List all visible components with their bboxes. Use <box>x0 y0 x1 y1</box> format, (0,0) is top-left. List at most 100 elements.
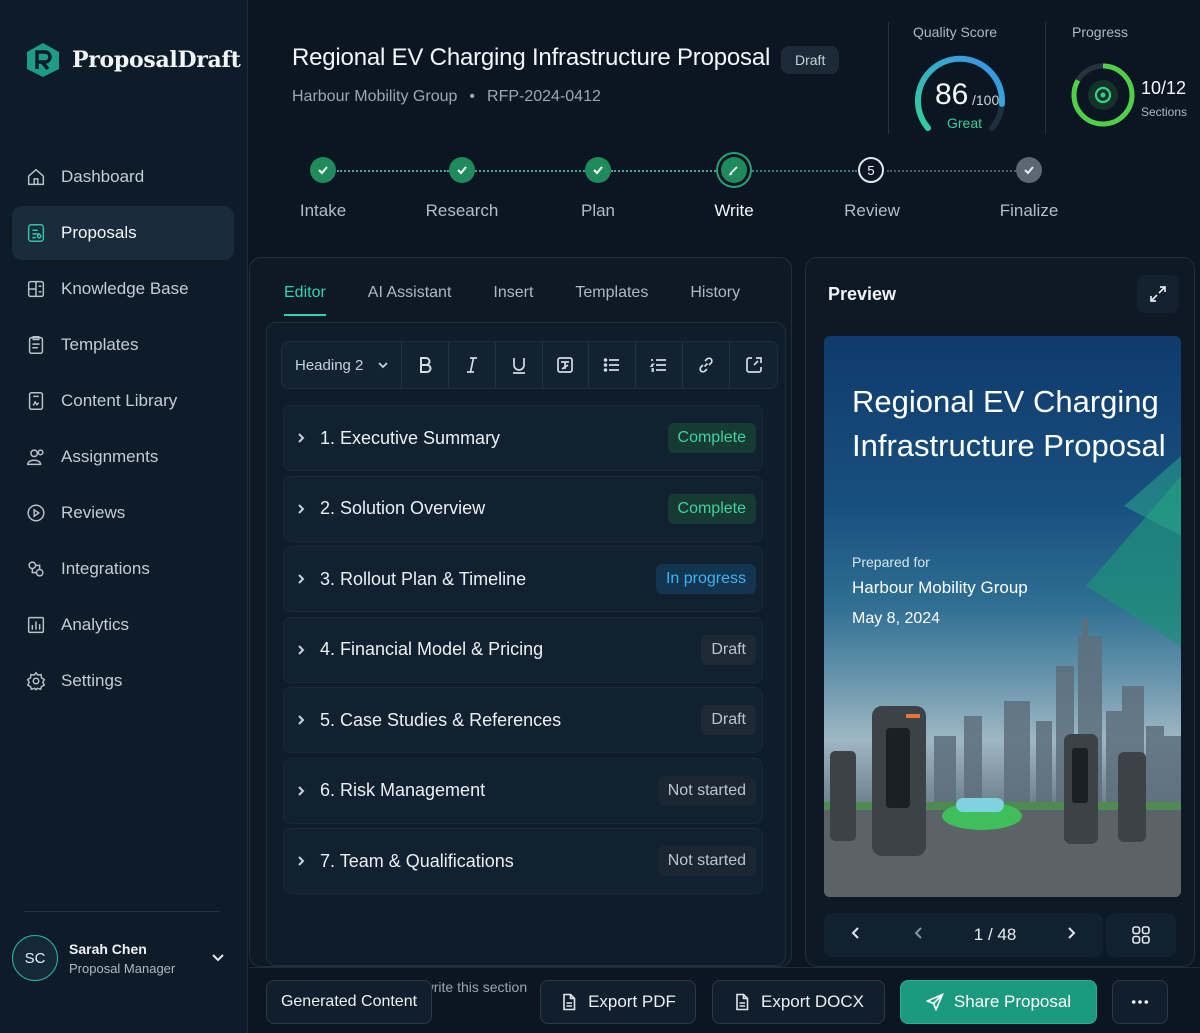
grid-icon <box>1132 926 1150 944</box>
section-title: 3. Rollout Plan & Timeline <box>320 568 527 589</box>
format-toolbar: Heading 2 <box>281 341 778 389</box>
share-proposal-button[interactable]: Share Proposal <box>900 980 1097 1024</box>
section-title: 5. Case Studies & References <box>320 709 562 730</box>
share-proposal-label: Share Proposal <box>953 992 1072 1011</box>
section-row-team-qualifications[interactable]: 7. Team & Qualifications Not started <box>283 828 763 894</box>
status-badge: Draft <box>781 46 840 74</box>
section-title: 6. Risk Management <box>320 780 486 800</box>
step-label-intake[interactable]: Intake <box>300 201 346 221</box>
step-write-pen-icon[interactable] <box>721 157 747 183</box>
preview-title: Preview <box>828 284 897 304</box>
meta-separator: • <box>469 88 476 105</box>
insert-block-button[interactable] <box>730 342 777 388</box>
section-row-executive-summary[interactable]: 1. Executive Summary Complete <box>283 405 763 471</box>
heading-select-value: Heading 2 <box>295 356 364 374</box>
clear-format-button[interactable] <box>543 342 590 388</box>
section-row-risk-management[interactable]: 6. Risk Management Not started <box>283 757 763 824</box>
step-label-research[interactable]: Research <box>426 201 499 221</box>
sidebar-item-analytics[interactable]: Analytics <box>12 598 234 652</box>
section-row-case-studies[interactable]: 5. Case Studies & References Draft <box>283 687 763 753</box>
user-name: Sarah Chen <box>69 940 147 957</box>
heading-select[interactable]: Heading 2 <box>282 342 402 388</box>
tab-editor[interactable]: Editor <box>284 284 326 316</box>
tab-insert[interactable]: Insert <box>493 284 533 302</box>
next-page-button[interactable] <box>1063 925 1079 946</box>
underline-button[interactable] <box>496 342 543 388</box>
export-pdf-label: Export PDF <box>588 992 676 1011</box>
analytics-icon <box>27 616 45 634</box>
sidebar-item-label: Proposals <box>61 223 137 242</box>
page-grid-button[interactable] <box>1106 913 1176 957</box>
integrations-icon <box>28 561 44 577</box>
status-badge: Not started <box>657 775 756 806</box>
sidebar-item-templates[interactable]: Templates <box>12 318 234 372</box>
chevron-down-icon <box>378 362 389 369</box>
step-research-check-icon[interactable] <box>449 157 475 183</box>
link-icon <box>699 357 713 373</box>
tab-history[interactable]: History <box>690 284 740 302</box>
document-icon <box>563 993 576 1011</box>
section-list: 1. Executive Summary Complete 2. Solutio… <box>283 405 763 899</box>
expand-button[interactable] <box>1137 275 1179 313</box>
sidebar-nav: Dashboard Proposals Knowledge Base Templ… <box>12 150 234 710</box>
app-logo[interactable]: ProposalDraft <box>26 42 241 78</box>
editor-panel: Editor AI Assistant Insert Templates His… <box>249 257 792 995</box>
step-plan-check-icon[interactable] <box>585 157 611 183</box>
progress-count: 10/12 <box>1141 78 1187 98</box>
page-navigator: 1 / 48 <box>824 913 1103 957</box>
chevron-down-icon[interactable] <box>210 949 226 965</box>
sidebar-item-label: Integrations <box>61 559 150 578</box>
status-badge: Not started <box>657 846 756 876</box>
italic-button[interactable] <box>449 342 496 388</box>
first-page-button[interactable] <box>848 925 864 946</box>
step-review-number[interactable]: 5 <box>858 157 884 183</box>
bold-button[interactable] <box>402 342 449 388</box>
numbered-list-button[interactable] <box>636 342 684 388</box>
sidebar-item-knowledge-base[interactable]: Knowledge Base <box>12 262 234 316</box>
export-docx-button[interactable]: Export DOCX <box>712 980 885 1024</box>
users-icon <box>27 449 44 466</box>
step-connector <box>337 170 449 172</box>
cover-page-preview[interactable]: Regional EV Charging Infrastructure Prop… <box>824 336 1181 897</box>
sidebar-item-proposals[interactable]: Proposals <box>12 206 234 260</box>
sidebar-item-reviews[interactable]: Reviews <box>12 486 234 540</box>
prev-page-button[interactable] <box>911 925 927 946</box>
sidebar-item-content-library[interactable]: Content Library <box>12 374 234 428</box>
export-pdf-button[interactable]: Export PDF <box>540 980 696 1024</box>
step-finalize-check-icon[interactable] <box>1016 157 1042 183</box>
divider <box>24 911 220 912</box>
chevron-left-icon <box>851 926 859 939</box>
sidebar-item-dashboard[interactable]: Dashboard <box>12 150 234 204</box>
sidebar-item-settings[interactable]: Settings <box>12 654 234 708</box>
rfp-number: RFP-2024-0412 <box>487 88 601 105</box>
chevron-right-icon <box>298 785 305 796</box>
step-label-finalize[interactable]: Finalize <box>1000 201 1059 221</box>
more-icon <box>1131 1000 1149 1004</box>
bullet-list-icon <box>604 358 620 372</box>
tab-templates[interactable]: Templates <box>575 284 648 302</box>
step-label-review[interactable]: Review <box>844 201 900 221</box>
section-row-financial-model[interactable]: 4. Financial Model & Pricing Draft <box>283 616 763 683</box>
sidebar: ProposalDraft Dashboard Proposals Knowle… <box>0 0 248 1033</box>
section-row-rollout-plan[interactable]: 3. Rollout Plan & Timeline In progress <box>283 546 763 612</box>
numbered-list-icon <box>649 359 667 372</box>
sidebar-item-integrations[interactable]: Integrations <box>12 542 234 596</box>
cover-title: Regional EV Charging Infrastructure Prop… <box>852 384 1166 463</box>
section-row-solution-overview[interactable]: 2. Solution Overview Complete <box>283 475 763 542</box>
generated-content-button[interactable]: Generated Content <box>266 980 432 1024</box>
chevron-right-icon <box>298 433 305 443</box>
user-menu[interactable]: SC Sarah Chen Proposal Manager <box>12 933 234 983</box>
step-intake-check-icon[interactable] <box>310 157 336 183</box>
chevron-right-icon <box>298 856 305 866</box>
bullet-list-button[interactable] <box>589 342 637 388</box>
chevron-right-icon <box>1068 926 1076 939</box>
sidebar-item-assignments[interactable]: Assignments <box>12 430 234 484</box>
quality-score-value: 86 <box>935 78 969 111</box>
link-button[interactable] <box>683 342 731 388</box>
step-label-plan[interactable]: Plan <box>581 201 615 221</box>
tab-ai-assistant[interactable]: AI Assistant <box>368 284 452 302</box>
more-options-button[interactable] <box>1112 980 1168 1024</box>
step-label-write[interactable]: Write <box>714 201 753 221</box>
sidebar-item-label: Content Library <box>61 391 178 410</box>
underline-icon <box>512 358 525 374</box>
